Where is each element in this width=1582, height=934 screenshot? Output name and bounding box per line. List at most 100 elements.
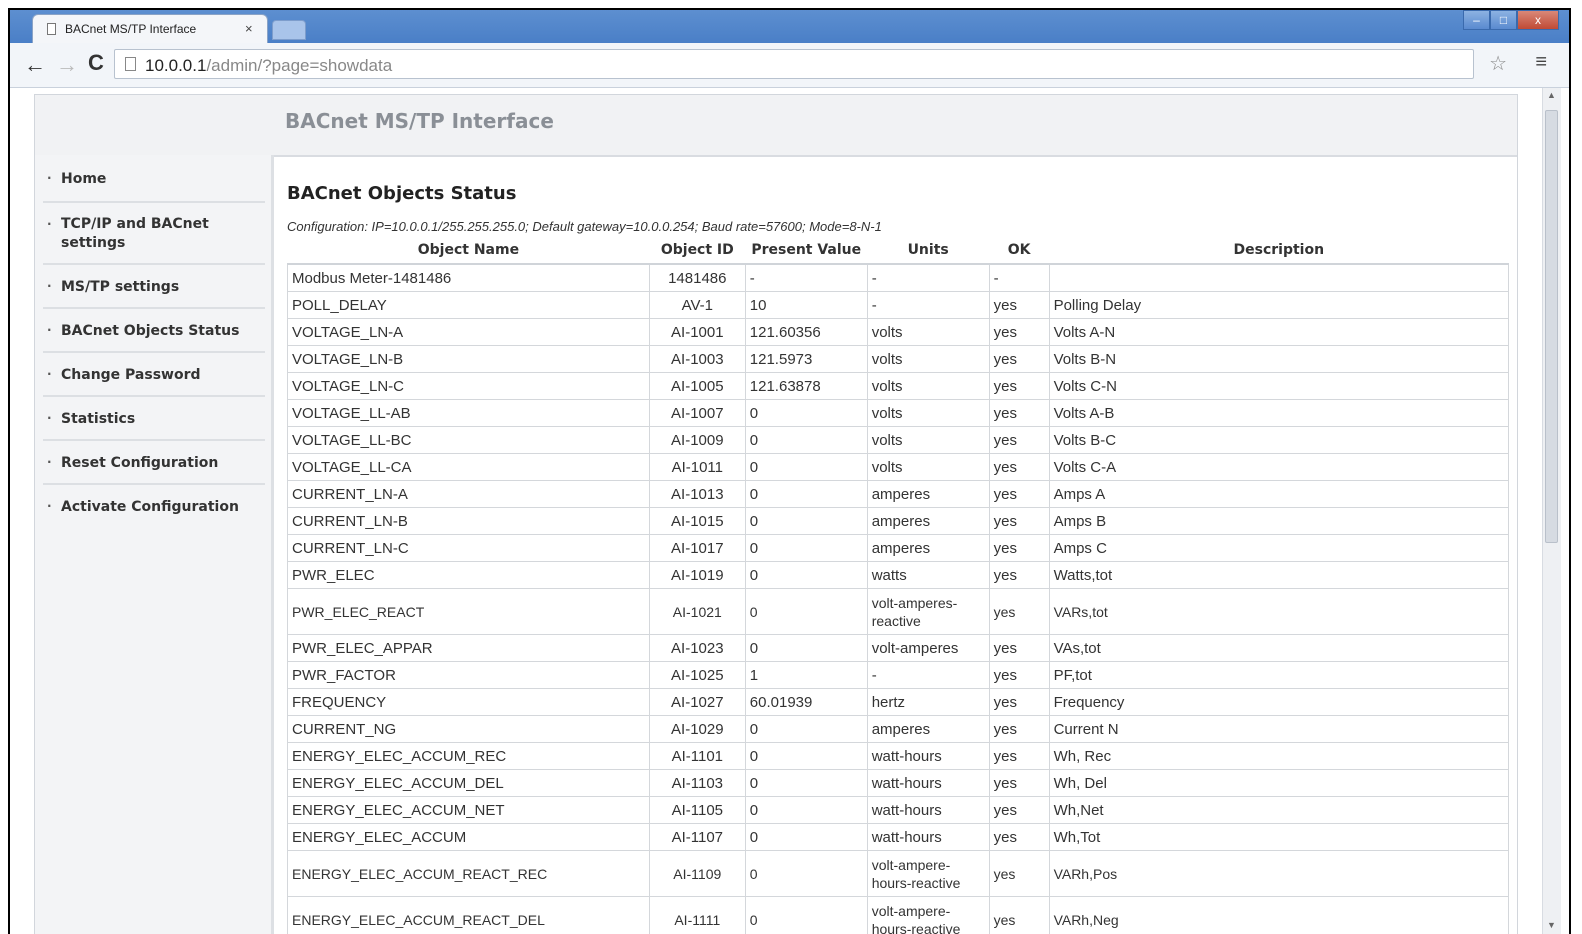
present-value-cell: 0 bbox=[744, 534, 868, 562]
column-header: Description bbox=[1049, 237, 1509, 265]
object-id-cell: AI-1011 bbox=[648, 453, 746, 481]
table-row: ENERGY_ELEC_ACCUM_REACT_REC AI-1109 0 volt-… bbox=[287, 850, 1510, 897]
divider bbox=[43, 483, 265, 485]
table-row: VOLTAGE_LN-A AI-1001 121.60356 volts yes Volt… bbox=[287, 318, 1510, 346]
ok-cell: yes bbox=[988, 345, 1050, 373]
present-value-cell: - bbox=[744, 263, 868, 292]
bookmark-star-icon[interactable]: ☆ bbox=[1489, 51, 1507, 76]
ok-cell: yes bbox=[988, 742, 1050, 770]
scroll-down-arrow-icon[interactable]: ▼ bbox=[1547, 920, 1556, 930]
table-row: ENERGY_ELEC_ACCUM_REACT_DEL AI-1111 0 volt-… bbox=[287, 896, 1510, 934]
maximize-button[interactable]: □ bbox=[1490, 10, 1517, 30]
sidebar-item-change-password[interactable]: · Change Password bbox=[35, 367, 268, 383]
object-id-cell: AI-1015 bbox=[648, 507, 746, 535]
sidebar-item-reset-config[interactable]: · Reset Configuration bbox=[35, 455, 268, 471]
units-cell: watt-hours bbox=[866, 769, 990, 797]
description-cell: VARh,Neg bbox=[1048, 896, 1510, 934]
object-id-cell: AI-1027 bbox=[648, 688, 746, 716]
object-name-cell: PWR_FACTOR bbox=[287, 661, 650, 689]
sidebar-item-home[interactable]: · Home bbox=[35, 171, 268, 187]
window-controls: – □ x bbox=[1463, 10, 1559, 30]
table-row: PWR_ELEC_REACT AI-1021 0 volt-amperes-react… bbox=[287, 588, 1510, 635]
units-cell: amperes bbox=[866, 534, 990, 562]
present-value-cell: 0 bbox=[744, 507, 868, 535]
units-cell: volts bbox=[866, 399, 990, 427]
browser-toolbar: ← → C 10.0.0.1/admin/?page=showdata ☆ ≡ bbox=[10, 43, 1569, 88]
units-cell: watt-hours bbox=[866, 742, 990, 770]
object-id-cell: AI-1013 bbox=[648, 480, 746, 508]
sidebar-item-objects-status[interactable]: · BACnet Objects Status bbox=[35, 323, 268, 339]
description-cell: Wh,Tot bbox=[1048, 823, 1510, 851]
back-arrow-icon[interactable]: ← bbox=[24, 52, 46, 78]
object-name-cell: ENERGY_ELEC_ACCUM_REACT_REC bbox=[287, 850, 650, 897]
object-name-cell: FREQUENCY bbox=[287, 688, 650, 716]
present-value-cell: 10 bbox=[744, 291, 868, 319]
present-value-cell: 0 bbox=[744, 769, 868, 797]
divider bbox=[43, 307, 265, 309]
object-id-cell: AI-1005 bbox=[648, 372, 746, 400]
close-window-button[interactable]: x bbox=[1517, 10, 1559, 30]
object-id-cell: AI-1009 bbox=[648, 426, 746, 454]
close-tab-icon[interactable]: × bbox=[245, 21, 253, 36]
scroll-up-arrow-icon[interactable]: ▲ bbox=[1547, 90, 1556, 100]
object-name-cell: ENERGY_ELEC_ACCUM_REC bbox=[287, 742, 650, 770]
object-id-cell: AI-1109 bbox=[648, 850, 746, 897]
column-header: Units bbox=[867, 237, 990, 265]
description-cell: Current N bbox=[1048, 715, 1510, 743]
description-cell: Volts B-C bbox=[1048, 426, 1510, 454]
ok-cell: yes bbox=[988, 453, 1050, 481]
table-row: CURRENT_NG AI-1029 0 amperes yes Current N bbox=[287, 715, 1510, 743]
object-name-cell: VOLTAGE_LL-AB bbox=[287, 399, 650, 427]
ok-cell: yes bbox=[988, 715, 1050, 743]
object-name-cell: CURRENT_LN-C bbox=[287, 534, 650, 562]
object-name-cell: ENERGY_ELEC_ACCUM_REACT_DEL bbox=[287, 896, 650, 934]
description-cell: VARh,Pos bbox=[1048, 850, 1510, 897]
description-cell bbox=[1048, 263, 1510, 292]
url-path: /admin/?page=showdata bbox=[206, 56, 393, 75]
ok-cell: yes bbox=[988, 534, 1050, 562]
browser-tab[interactable]: BACnet MS/TP Interface × bbox=[32, 14, 268, 43]
address-bar[interactable]: 10.0.0.1/admin/?page=showdata bbox=[114, 49, 1474, 79]
sidebar-item-statistics[interactable]: · Statistics bbox=[35, 411, 268, 427]
column-header: Object Name bbox=[287, 237, 650, 265]
table-row: PWR_ELEC_APPAR AI-1023 0 volt-amperes yes VAs… bbox=[287, 634, 1510, 662]
configuration-summary: Configuration: IP=10.0.0.1/255.255.255.0… bbox=[287, 219, 882, 234]
description-cell: Wh, Rec bbox=[1048, 742, 1510, 770]
object-id-cell: AI-1019 bbox=[648, 561, 746, 589]
ok-cell: yes bbox=[988, 291, 1050, 319]
menu-icon[interactable]: ≡ bbox=[1535, 51, 1547, 74]
object-id-cell: AI-1017 bbox=[648, 534, 746, 562]
object-name-cell: VOLTAGE_LL-BC bbox=[287, 426, 650, 454]
reload-icon[interactable]: C bbox=[88, 50, 104, 76]
present-value-cell: 0 bbox=[744, 715, 868, 743]
sidebar-item-label: Statistics bbox=[61, 411, 136, 427]
sidebar-item-activate-config[interactable]: · Activate Configuration bbox=[35, 499, 268, 515]
ok-cell: yes bbox=[988, 507, 1050, 535]
bullet-icon: · bbox=[47, 411, 52, 425]
object-id-cell: AI-1025 bbox=[648, 661, 746, 689]
units-cell: volts bbox=[866, 345, 990, 373]
present-value-cell: 0 bbox=[744, 480, 868, 508]
sidebar-item-mstp[interactable]: · MS/TP settings bbox=[35, 279, 268, 295]
vertical-scrollbar[interactable]: ▲ ▼ bbox=[1542, 88, 1561, 934]
units-cell: - bbox=[866, 291, 990, 319]
present-value-cell: 0 bbox=[744, 823, 868, 851]
units-cell: hertz bbox=[866, 688, 990, 716]
table-row: ENERGY_ELEC_ACCUM AI-1107 0 watt-hours yes Wh… bbox=[287, 823, 1510, 851]
units-cell: volt-ampere-hours-reactive bbox=[866, 896, 990, 934]
object-name-cell: CURRENT_LN-A bbox=[287, 480, 650, 508]
object-id-cell: AI-1003 bbox=[648, 345, 746, 373]
scrollbar-thumb[interactable] bbox=[1545, 110, 1558, 543]
ok-cell: yes bbox=[988, 850, 1050, 897]
forward-arrow-icon[interactable]: → bbox=[56, 52, 78, 78]
units-cell: volts bbox=[866, 318, 990, 346]
object-id-cell: AI-1105 bbox=[648, 796, 746, 824]
sidebar-item-tcpip-bacnet[interactable]: · TCP/IP and BACnet settings bbox=[35, 215, 268, 253]
new-tab-button[interactable] bbox=[272, 20, 306, 40]
description-cell: Volts A-N bbox=[1048, 318, 1510, 346]
divider bbox=[43, 439, 265, 441]
minimize-button[interactable]: – bbox=[1463, 10, 1490, 30]
object-id-cell: AI-1103 bbox=[648, 769, 746, 797]
table-row: PWR_ELEC AI-1019 0 watts yes Watts,tot bbox=[287, 561, 1510, 589]
present-value-cell: 0 bbox=[744, 742, 868, 770]
